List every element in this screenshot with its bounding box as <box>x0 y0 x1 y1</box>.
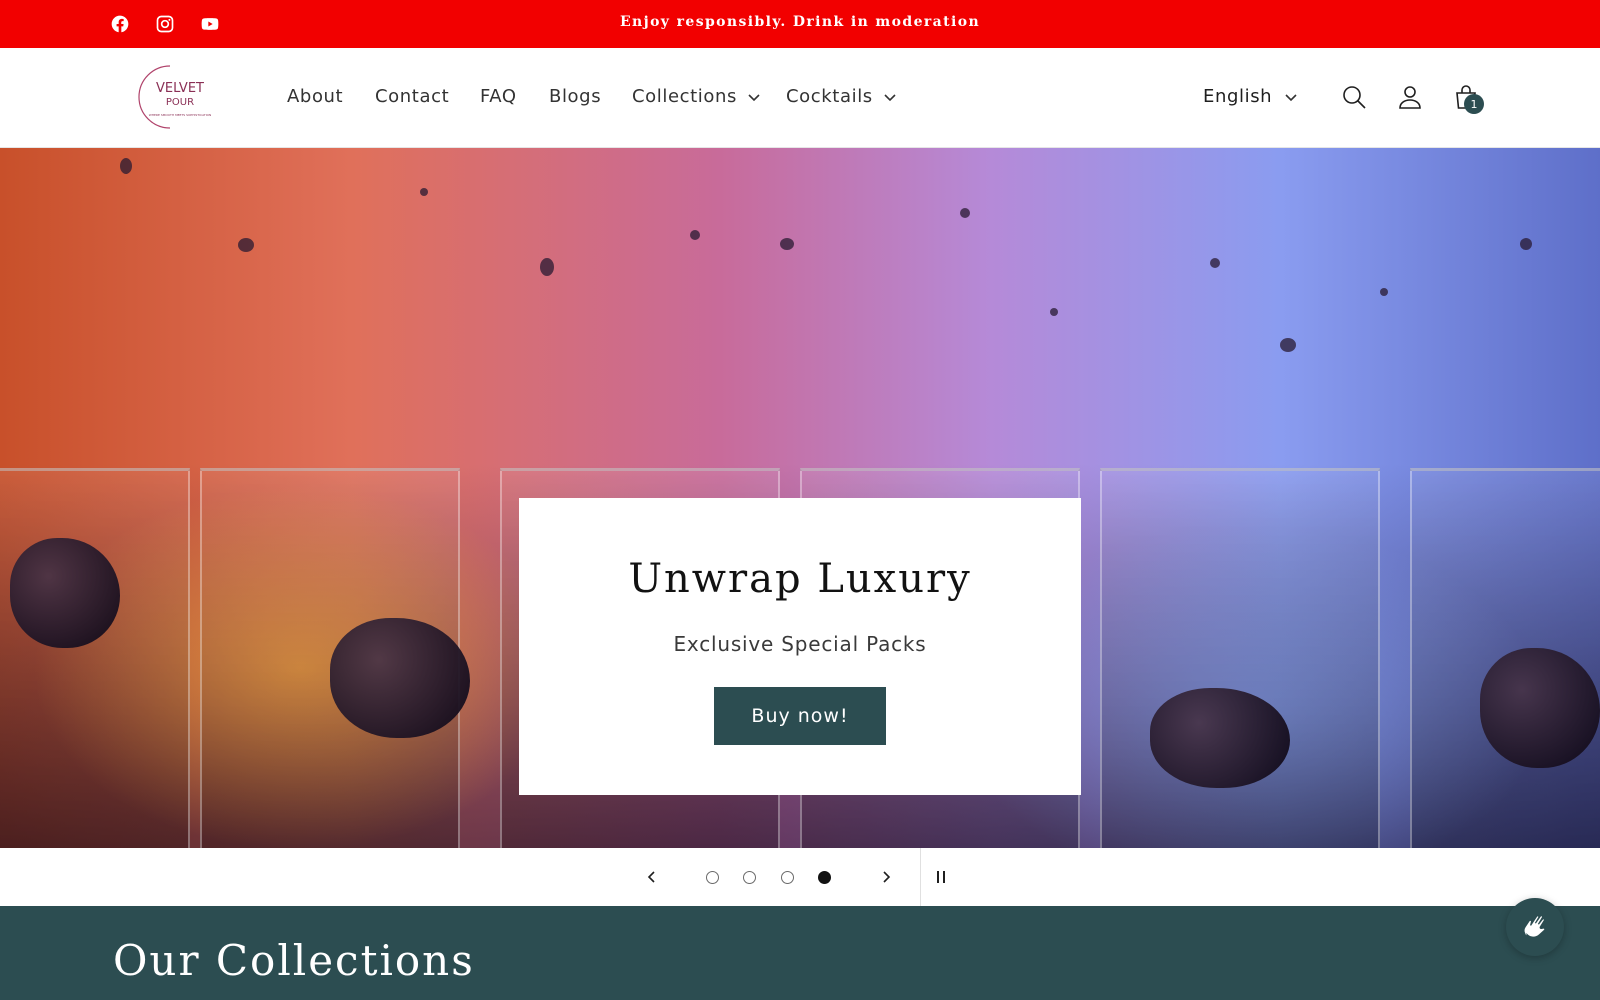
hero-glass <box>1100 468 1380 848</box>
hero-droplet <box>540 258 554 276</box>
slideshow-controls <box>0 848 1600 906</box>
hero-droplet <box>690 230 700 240</box>
hero-ice-cube <box>330 618 470 738</box>
slide-dot-3[interactable] <box>781 871 794 884</box>
nav-faq[interactable]: FAQ <box>480 86 517 107</box>
collections-section: Our Collections <box>0 906 1600 1000</box>
announcement-bar: Enjoy responsibly. Drink in moderation <box>0 0 1600 48</box>
hero-ice-cube <box>10 538 120 648</box>
controls-divider <box>920 848 921 906</box>
nav-about-label: About <box>287 86 344 107</box>
hero-ice-cube <box>1480 648 1600 768</box>
nav-faq-label: FAQ <box>480 86 517 107</box>
hero-ice-cube <box>1150 688 1290 788</box>
nav-blogs-label: Blogs <box>549 86 602 107</box>
hero-droplet <box>780 238 794 250</box>
language-label: English <box>1203 86 1273 107</box>
nav-cocktails[interactable]: Cocktails <box>786 86 897 107</box>
chevron-down-icon <box>748 93 760 101</box>
brand-logo[interactable]: VELVET POUR WHERE SMOOTH MEETS SOPHISTIC… <box>130 62 226 132</box>
hero-droplet <box>960 208 970 218</box>
account-icon[interactable] <box>1393 80 1427 114</box>
logo-line1: VELVET <box>156 81 204 96</box>
hero-slideshow: Unwrap Luxury Exclusive Special Packs Bu… <box>0 148 1600 848</box>
slide-dot-1[interactable] <box>706 871 719 884</box>
nav-collections[interactable]: Collections <box>632 86 761 107</box>
nav-contact[interactable]: Contact <box>375 86 449 107</box>
cart-count-badge: 1 <box>1464 94 1484 114</box>
slide-dot-2[interactable] <box>743 871 756 884</box>
chat-button[interactable] <box>1506 898 1564 956</box>
announcement-text: Enjoy responsibly. Drink in moderation <box>619 14 981 30</box>
hero-droplet <box>420 188 428 196</box>
logo-line2: POUR <box>166 97 194 108</box>
hero-droplet <box>1210 258 1220 268</box>
logo-tagline: WHERE SMOOTH MEETS SOPHISTICATION <box>149 113 211 117</box>
nav-collections-label: Collections <box>632 86 738 107</box>
hero-droplet <box>1280 338 1296 352</box>
hero-title: Unwrap Luxury <box>628 556 972 602</box>
chevron-left-icon[interactable] <box>640 865 664 889</box>
pause-icon[interactable] <box>929 865 953 889</box>
hero-subtitle: Exclusive Special Packs <box>673 632 927 656</box>
waving-hand-icon <box>1523 915 1546 939</box>
site-header: VELVET POUR WHERE SMOOTH MEETS SOPHISTIC… <box>0 48 1600 148</box>
nav-about[interactable]: About <box>287 86 343 107</box>
slide-dot-4[interactable] <box>818 871 831 884</box>
chevron-down-icon <box>884 93 896 101</box>
nav-blogs[interactable]: Blogs <box>549 86 601 107</box>
chevron-right-icon[interactable] <box>874 865 898 889</box>
hero-droplet <box>238 238 254 252</box>
nav-cocktails-label: Cocktails <box>786 86 873 107</box>
hero-droplet <box>120 158 132 174</box>
collections-title: Our Collections <box>113 936 475 985</box>
search-icon[interactable] <box>1337 80 1371 114</box>
hero-droplet <box>1050 308 1058 316</box>
chevron-down-icon <box>1285 93 1297 101</box>
hero-glass <box>0 468 190 848</box>
buy-now-button[interactable]: Buy now! <box>714 687 886 745</box>
hero-droplet <box>1380 288 1388 296</box>
hero-content-card: Unwrap Luxury Exclusive Special Packs Bu… <box>519 498 1081 795</box>
nav-contact-label: Contact <box>375 86 450 107</box>
language-selector[interactable]: English <box>1203 86 1298 107</box>
hero-droplet <box>1520 238 1532 250</box>
